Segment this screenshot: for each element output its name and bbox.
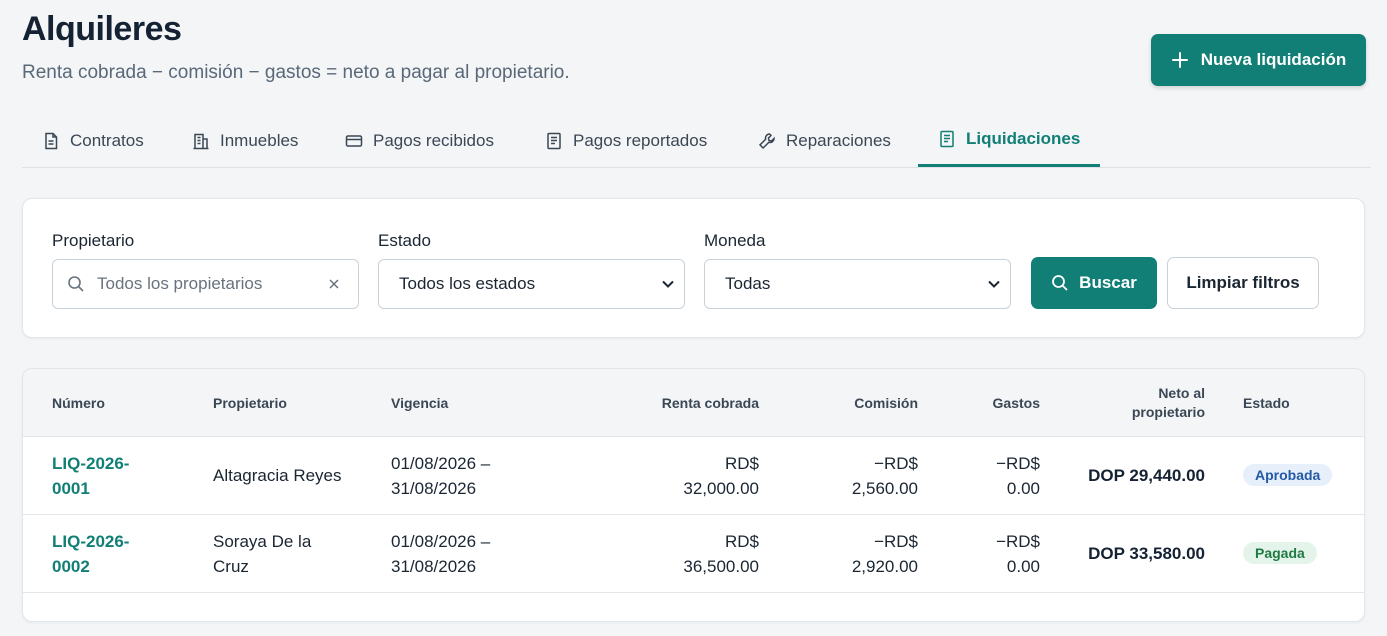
tab-label: Pagos reportados [573,130,708,150]
tab-liquidaciones[interactable]: Liquidaciones [918,114,1101,167]
tab-bar: Contratos Inmuebles Pagos recibidos Pago… [22,114,1371,168]
document-icon [45,132,58,149]
commission-currency: −RD$ [874,532,918,551]
net-amount-cell: DOP 29,440.00 [1088,466,1205,485]
search-button-label: Buscar [1079,273,1137,292]
commission-amount: 2,920.00 [851,557,918,576]
table-row: LIQ-2026- 0002 Soraya De la Cruz 01/08/2… [23,515,1364,593]
owner-filter-label: Propietario [52,231,135,250]
settlement-number-link[interactable]: LIQ-2026- 0002 [52,529,129,579]
new-settlement-label: Nueva liquidación [1200,50,1347,69]
chevron-down-icon [988,280,1000,288]
tab-label: Liquidaciones [966,129,1081,148]
status-filter-label: Estado [378,231,431,250]
period-start: 01/08/2026 – [391,454,491,473]
header-expenses: Gastos [992,395,1040,411]
period-start: 01/08/2026 – [391,532,491,551]
wrench-icon [758,132,775,149]
chevron-down-icon [662,280,674,288]
commission-cell: −RD$ 2,560.00 [852,451,918,501]
settlement-number-part2: 0001 [52,479,90,498]
clear-filters-label: Limpiar filtros [1186,273,1300,292]
settlements-table: Número Propietario Vigencia Renta cobrad… [22,368,1365,622]
rent-currency: RD$ [724,454,759,473]
header-status: Estado [1243,395,1290,411]
commission-currency: −RD$ [874,454,918,473]
period-end: 31/08/2026 [391,479,477,498]
receipt-icon [940,130,954,148]
header-number: Número [52,395,105,411]
settlement-number-part2: 0002 [52,557,90,576]
period-cell: 01/08/2026 – 31/08/2026 [391,451,490,501]
owner-cell: Soraya De la Cruz [213,529,311,579]
status-badge: Aprobada [1243,464,1333,486]
expenses-currency: −RD$ [996,454,1040,473]
period-end: 31/08/2026 [391,557,477,576]
status-select-value: Todos los estados [399,274,536,293]
table-row: LIQ-2026- 0001 Altagracia Reyes 01/08/20… [23,437,1364,515]
page-subtitle: Renta cobrada − comisión − gastos = neto… [22,62,570,83]
search-button[interactable]: Buscar [1031,257,1157,309]
header-commission: Comisión [854,395,918,411]
header-owner: Propietario [213,395,287,411]
tab-reparaciones[interactable]: Reparaciones [738,114,911,167]
new-settlement-button[interactable]: Nueva liquidación [1151,34,1366,86]
commission-cell: −RD$ 2,920.00 [852,529,918,579]
rent-cell: RD$ 36,500.00 [683,529,759,579]
expenses-cell: −RD$ 0.00 [996,451,1040,501]
expenses-amount: 0.00 [1006,557,1040,576]
tab-pagos-recibidos[interactable]: Pagos recibidos [325,114,514,167]
tab-label: Contratos [70,130,144,150]
settlement-number-part1: LIQ-2026- [52,532,130,551]
tab-label: Inmuebles [220,130,299,150]
tab-label: Reparaciones [786,130,891,150]
status-badge: Pagada [1243,542,1317,564]
currency-filter-label: Moneda [704,231,766,250]
building-icon [193,133,209,149]
rent-cell: RD$ 32,000.00 [683,451,759,501]
clear-icon[interactable] [328,278,340,290]
settlement-number-part1: LIQ-2026- [52,454,130,473]
owner-search-input[interactable]: Todos los propietarios [52,259,359,309]
page-title: Alquileres [22,10,182,48]
settlement-number-link[interactable]: LIQ-2026- 0001 [52,451,129,501]
clear-filters-button[interactable]: Limpiar filtros [1167,257,1319,309]
plus-icon [1171,52,1188,68]
expenses-currency: −RD$ [996,532,1040,551]
owner-search-placeholder: Todos los propietarios [97,274,263,293]
tab-inmuebles[interactable]: Inmuebles [172,114,318,167]
currency-select-value: Todas [725,274,771,293]
expenses-amount: 0.00 [1006,479,1040,498]
tab-contratos[interactable]: Contratos [22,114,164,167]
header-net-line2: propietario [1131,404,1205,420]
net-amount-cell: DOP 33,580.00 [1088,544,1205,563]
header-period: Vigencia [391,395,449,411]
credit-card-icon [345,134,363,147]
owner-cell: Altagracia Reyes [213,466,342,485]
table-header: Número Propietario Vigencia Renta cobrad… [23,369,1364,437]
owner-name-line1: Soraya De la [213,532,312,551]
search-icon [68,276,84,292]
rent-amount: 36,500.00 [683,557,759,576]
search-icon [1052,275,1068,291]
header-net: Neto al propietario [1132,384,1205,422]
header-net-line1: Neto al [1158,385,1205,401]
rent-amount: 32,000.00 [683,479,759,498]
tab-label: Pagos recibidos [373,130,494,150]
rent-currency: RD$ [724,532,759,551]
tab-pagos-reportados[interactable]: Pagos reportados [525,114,727,167]
report-icon [547,132,561,149]
header-rent: Renta cobrada [661,395,759,411]
owner-name-line2: Cruz [213,557,249,576]
commission-amount: 2,560.00 [851,479,918,498]
status-select[interactable]: Todos los estados [378,259,685,309]
expenses-cell: −RD$ 0.00 [996,529,1040,579]
filter-panel: Propietario Todos los propietarios Estad… [22,198,1365,338]
period-cell: 01/08/2026 – 31/08/2026 [391,529,490,579]
currency-select[interactable]: Todas [704,259,1011,309]
